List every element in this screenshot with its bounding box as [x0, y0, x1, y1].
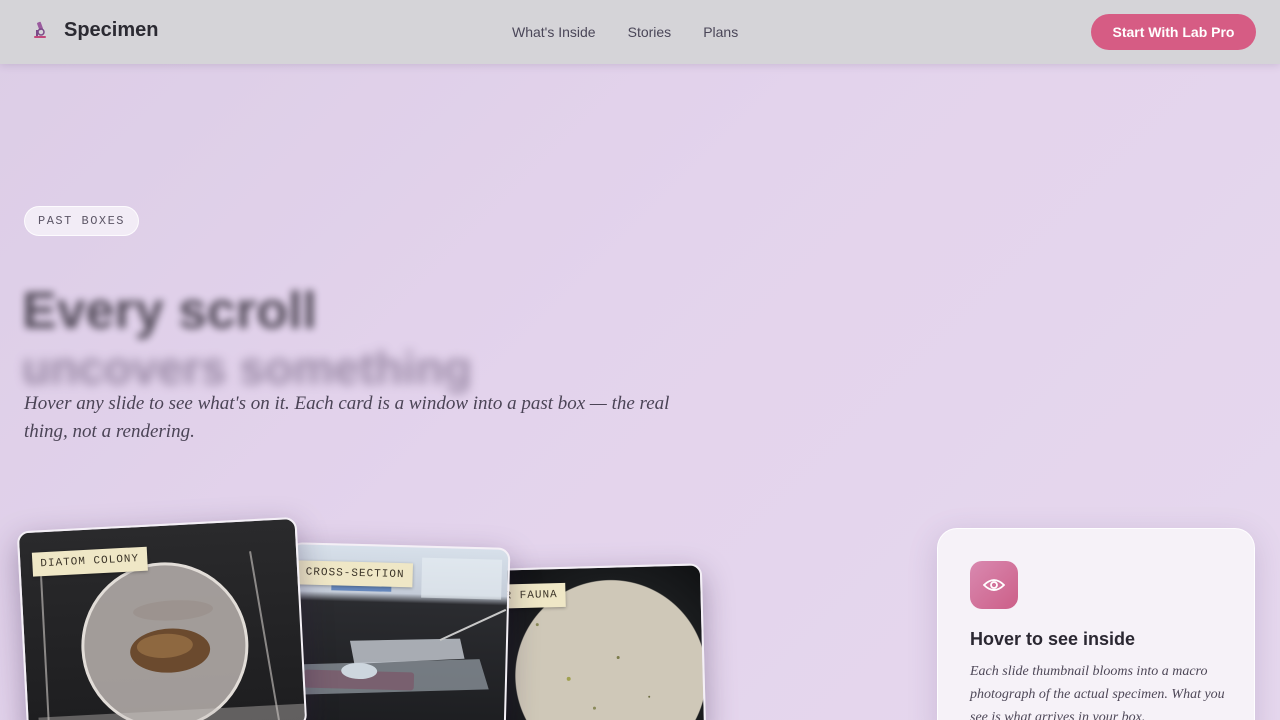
slide-label-cross-section: CROSS-SECTION [297, 560, 413, 588]
microscope-icon [28, 18, 52, 42]
diatom-colony-image [38, 551, 308, 720]
hero-lede: Hover any slide to see what's on it. Eac… [24, 393, 670, 442]
slide-card-diatom-colony[interactable]: DIATOM COLONY [16, 516, 308, 720]
eye-icon [970, 561, 1018, 609]
hover-info-card: Hover to see inside Each slide thumbnail… [937, 528, 1255, 720]
nav-plans[interactable]: Plans [703, 24, 738, 40]
eyebrow-badge: PAST BOXES [24, 206, 140, 236]
info-card-title: Hover to see inside [970, 629, 1136, 649]
slide-card-cross-section[interactable]: CROSS-SECTION [285, 542, 511, 720]
brand-name: Specimen [64, 18, 159, 41]
info-card-body: Each slide thumbnail blooms into a macro… [970, 664, 1225, 720]
start-lab-pro-button[interactable]: Start With Lab Pro [1091, 14, 1256, 50]
slide-card-fauna[interactable]: R FAUNA [493, 563, 707, 720]
main-nav: What's Inside Stories Plans [512, 24, 770, 40]
hero-headline: Every scroll [22, 282, 317, 340]
brand-logo[interactable]: Specimen [28, 18, 158, 42]
nav-whats-inside[interactable]: What's Inside [512, 24, 596, 40]
site-header: Specimen What's Inside Stories Plans Sta… [0, 0, 1280, 64]
hero-headline-line2: uncovers something [22, 342, 472, 394]
nav-stories[interactable]: Stories [628, 24, 672, 40]
